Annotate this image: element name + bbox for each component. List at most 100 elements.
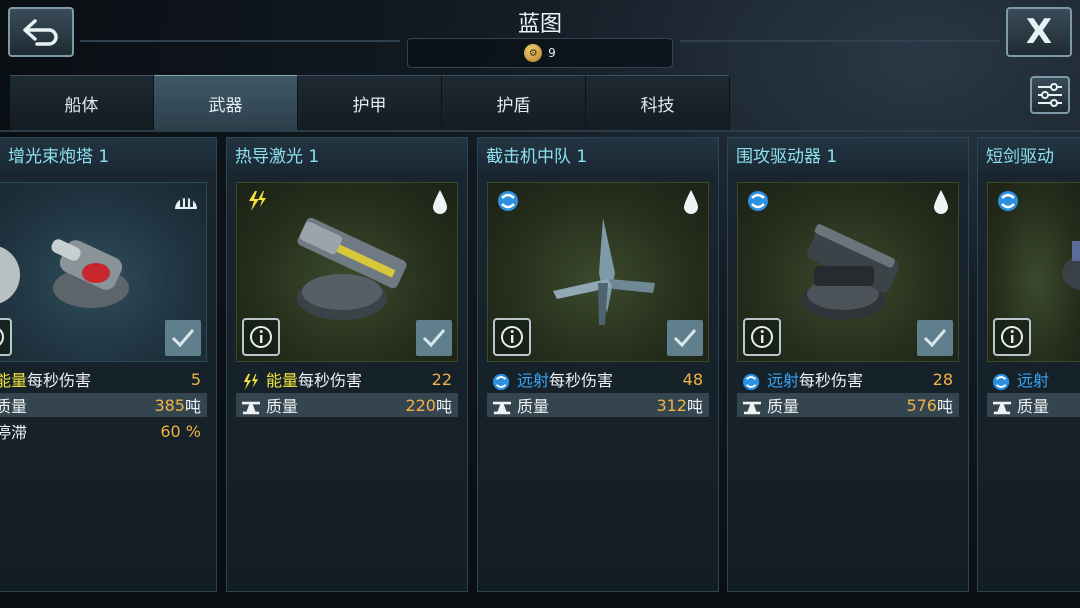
close-button[interactable]: X [1006, 7, 1072, 57]
info-button[interactable] [242, 318, 280, 356]
mass-row: 质量 220 吨 [236, 393, 458, 417]
damage-type: 远射 [517, 371, 550, 390]
tab-shield[interactable]: 护盾 [442, 75, 586, 130]
mass-label: 质量 [517, 397, 550, 416]
drop-icon [684, 190, 698, 214]
blueprint-card[interactable]: 增光束炮塔 1 能量每秒伤害 5 质量 385 吨 停滞 60 % [0, 137, 217, 592]
blueprint-list[interactable]: 增光束炮塔 1 能量每秒伤害 5 质量 385 吨 停滞 60 % 热导激光 1… [0, 137, 1080, 597]
energy-icon [243, 373, 259, 390]
weapon-image [487, 182, 709, 362]
blueprint-card[interactable]: 热导激光 1 能量每秒伤害 22 质量 220 吨 [226, 137, 468, 592]
mass-row: 质量 312 吨 [487, 393, 709, 417]
drop-icon [934, 190, 948, 214]
blueprint-card[interactable]: 围攻驱动器 1 远射每秒伤害 28 质量 576 吨 [727, 137, 969, 592]
tab-hull[interactable]: 船体 [10, 75, 154, 130]
tab-tech[interactable]: 科技 [586, 75, 730, 130]
dps-row: 能量每秒伤害 22 [236, 367, 458, 391]
long-range-icon [998, 191, 1018, 211]
card-title: 增光束炮塔 1 [0, 138, 216, 172]
card-title: 短剑驱动 [978, 138, 1080, 172]
weight-icon [493, 401, 511, 414]
interceptor-squadron-model [553, 218, 655, 325]
weapon-model-partial [1062, 241, 1080, 291]
card-title: 截击机中队 1 [478, 138, 718, 172]
mass-unit: 吨 [686, 397, 703, 416]
structure-icon [175, 196, 197, 209]
info-icon [751, 326, 773, 348]
info-button[interactable] [0, 318, 12, 356]
weapon-image [0, 182, 207, 362]
dps-label: 每秒伤害 [549, 371, 614, 390]
info-button[interactable] [493, 318, 531, 356]
info-icon [1001, 326, 1023, 348]
card-title-text: 增光束炮塔 1 [8, 147, 110, 167]
mass-row: 质量 385 吨 [0, 393, 207, 417]
owned-check[interactable] [416, 320, 452, 356]
info-icon [501, 326, 523, 348]
heat-laser-model [297, 218, 407, 320]
info-icon [250, 326, 272, 348]
mass-label: 质量 [767, 397, 800, 416]
long-range-icon [743, 373, 760, 390]
weight-icon [993, 401, 1011, 414]
dps-value: 28 [932, 369, 953, 389]
owned-check[interactable] [667, 320, 703, 356]
category-tabs: 船体 武器 护甲 护盾 科技 [10, 75, 730, 130]
mass-value: 576 [906, 395, 937, 415]
page-title: 蓝图 [517, 12, 562, 37]
mass-value: 385 [154, 395, 185, 415]
mass-label: 质量 [266, 397, 299, 416]
weapon-image [236, 182, 458, 362]
mass-unit: 吨 [435, 397, 452, 416]
damage-type: 远射 [1017, 371, 1050, 390]
weapon-image [737, 182, 959, 362]
dps-value: 48 [682, 369, 703, 389]
mass-value: 220 [405, 395, 436, 415]
info-button[interactable] [743, 318, 781, 356]
info-button[interactable] [993, 318, 1031, 356]
mass-unit: 吨 [184, 397, 201, 416]
dps-row: 远射 [987, 367, 1080, 391]
dps-row: 能量每秒伤害 5 [0, 367, 207, 391]
dps-label: 每秒伤害 [799, 371, 864, 390]
blueprint-card[interactable]: 截击机中队 1 远射每秒伤害 48 质量 312 吨 [477, 137, 719, 592]
long-range-icon [993, 373, 1010, 390]
owned-check[interactable] [165, 320, 201, 356]
mass-value: 312 [656, 395, 687, 415]
mass-label: 质量 [1017, 397, 1050, 416]
currency-count: 9 [548, 46, 556, 60]
long-range-icon [493, 373, 510, 390]
mass-label: 质量 [0, 397, 28, 416]
owned-check[interactable] [917, 320, 953, 356]
checkmark-icon [422, 329, 446, 348]
mass-row: 质量 [987, 393, 1080, 417]
filter-button[interactable] [1030, 76, 1070, 114]
long-range-icon [748, 191, 768, 211]
info-icon [0, 328, 4, 346]
damage-type: 能量 [266, 371, 299, 390]
stasis-value: 60 % [160, 421, 201, 441]
tab-weapons[interactable]: 武器 [154, 75, 298, 130]
checkmark-icon [673, 329, 697, 348]
long-range-icon [498, 191, 518, 211]
energy-icon [249, 191, 266, 211]
dps-label: 每秒伤害 [298, 371, 363, 390]
checkmark-icon [923, 329, 947, 348]
particle-turret-model [51, 239, 129, 308]
mass-unit: 吨 [936, 397, 953, 416]
drop-icon [433, 190, 447, 214]
dps-value: 5 [190, 369, 201, 389]
stasis-row: 停滞 60 % [0, 419, 207, 443]
damage-type: 远射 [767, 371, 800, 390]
panel-divider [0, 130, 1080, 132]
checkmark-icon [171, 329, 195, 348]
blueprint-currency: ⚙ 9 [407, 38, 673, 68]
mass-row: 质量 576 吨 [737, 393, 959, 417]
blueprint-card[interactable]: 短剑驱动 远射 质量 [977, 137, 1080, 592]
stasis-label: 停滞 [0, 423, 28, 442]
tab-armor[interactable]: 护甲 [298, 75, 442, 130]
dps-label: 每秒伤害 [27, 371, 92, 390]
damage-type: 能量 [0, 371, 28, 390]
weight-icon [743, 401, 761, 414]
dps-value: 22 [431, 369, 452, 389]
